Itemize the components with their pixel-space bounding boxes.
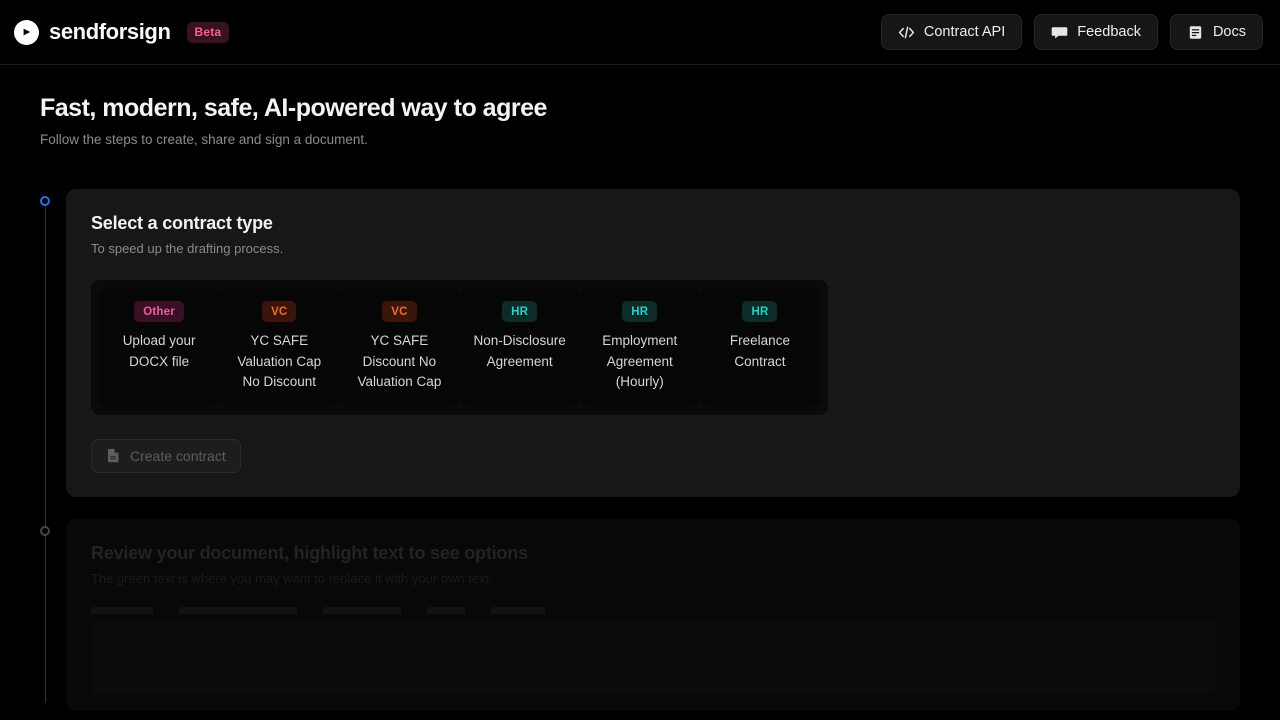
play-circle-icon xyxy=(14,19,39,45)
app-header: sendforsign Beta Contract API Feedback D… xyxy=(0,0,1280,65)
contract-type-option-employment-agreement[interactable]: HR Employment Agreement (Hourly) xyxy=(579,288,700,407)
toolbar-segment xyxy=(91,606,153,614)
feedback-button[interactable]: Feedback xyxy=(1034,14,1158,50)
contract-type-tag: HR xyxy=(622,301,658,323)
step-dot-active xyxy=(40,196,50,207)
beta-badge: Beta xyxy=(186,21,230,43)
book-icon xyxy=(1187,24,1204,41)
code-brackets-icon xyxy=(898,24,915,41)
review-document-card: Review your document, highlight text to … xyxy=(66,518,1240,711)
brand[interactable]: sendforsign Beta xyxy=(14,19,230,45)
contract-api-label: Contract API xyxy=(923,24,1006,40)
select-contract-type-title: Select a contract type xyxy=(91,213,273,234)
step-select-contract-type: Select a contract type To speed up the d… xyxy=(40,189,1240,497)
steps-timeline: Select a contract type To speed up the d… xyxy=(40,189,1240,711)
docs-button[interactable]: Docs xyxy=(1169,14,1263,50)
header-actions: Contract API Feedback Docs xyxy=(880,14,1263,50)
contract-type-label: YC SAFE Valuation Cap No Discount xyxy=(237,333,322,390)
select-contract-type-card: Select a contract type To speed up the d… xyxy=(66,189,1240,497)
create-contract-button[interactable]: Create contract xyxy=(91,438,241,473)
review-document-subtitle: The green text is where you may want to … xyxy=(91,570,493,586)
docs-label: Docs xyxy=(1212,24,1246,40)
toolbar-segment xyxy=(323,606,401,614)
contract-type-tag: VC xyxy=(382,301,417,323)
contract-type-label: Freelance Contract xyxy=(729,333,790,369)
document-editor-toolbar xyxy=(91,605,1215,616)
page-title: Fast, modern, safe, AI-powered way to ag… xyxy=(40,94,547,122)
contract-api-button[interactable]: Contract API xyxy=(880,14,1023,50)
step-dot-inactive xyxy=(40,525,50,536)
contract-type-tag: HR xyxy=(742,301,778,323)
document-icon xyxy=(106,448,121,463)
contract-type-label: Upload your DOCX file xyxy=(122,333,196,369)
step-review-document: Review your document, highlight text to … xyxy=(40,518,1240,711)
toolbar-segment xyxy=(427,606,465,614)
timeline-connector xyxy=(44,197,46,703)
toolbar-segment xyxy=(179,606,297,614)
page-subtitle: Follow the steps to create, share and si… xyxy=(40,132,368,148)
contract-type-option-nda[interactable]: HR Non-Disclosure Agreement xyxy=(459,288,580,407)
contract-type-option-yc-safe-discount[interactable]: VC YC SAFE Discount No Valuation Cap xyxy=(339,288,460,407)
create-contract-label: Create contract xyxy=(130,447,226,464)
review-document-title: Review your document, highlight text to … xyxy=(91,542,528,563)
contract-type-option-freelance-contract[interactable]: HR Freelance Contract xyxy=(699,288,821,407)
contract-type-list: Other Upload your DOCX file VC YC SAFE V… xyxy=(91,280,828,415)
contract-type-tag: HR xyxy=(502,301,538,323)
document-editor-placeholder xyxy=(91,620,1215,694)
contract-type-tag: VC xyxy=(262,301,297,323)
contract-type-label: Non-Disclosure Agreement xyxy=(473,333,566,369)
contract-type-tag: Other xyxy=(134,301,184,323)
chat-bubble-icon xyxy=(1051,24,1068,41)
contract-type-label: YC SAFE Discount No Valuation Cap xyxy=(357,333,442,390)
contract-type-option-yc-safe-valuation-cap[interactable]: VC YC SAFE Valuation Cap No Discount xyxy=(219,288,340,407)
contract-type-label: Employment Agreement (Hourly) xyxy=(602,333,678,390)
toolbar-segment xyxy=(491,606,545,614)
feedback-label: Feedback xyxy=(1077,24,1141,40)
contract-type-option-upload-docx[interactable]: Other Upload your DOCX file xyxy=(99,288,220,407)
select-contract-type-subtitle: To speed up the drafting process. xyxy=(91,241,284,257)
brand-name: sendforsign xyxy=(49,19,171,44)
page-body: Fast, modern, safe, AI-powered way to ag… xyxy=(0,65,1280,711)
